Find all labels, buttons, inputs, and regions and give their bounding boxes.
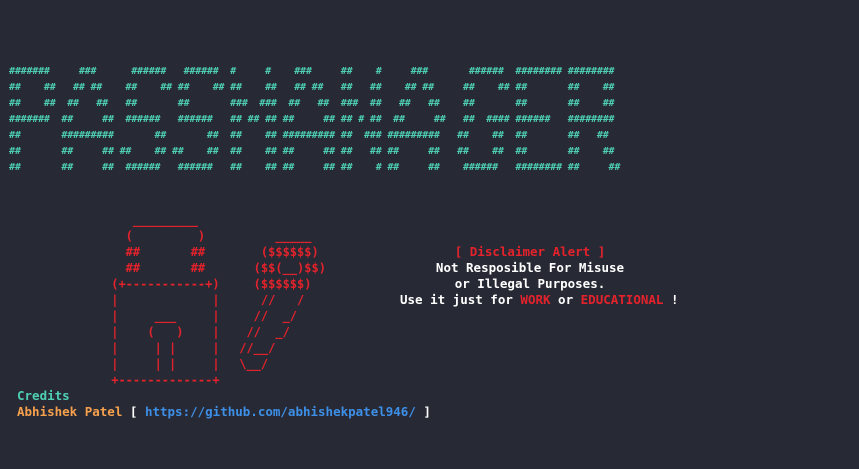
credits-github-link[interactable]: https://github.com/abhishekpatel946/ xyxy=(145,404,416,419)
disclaimer-line-3: Use it just for WORK or EDUCATIONAL ! xyxy=(400,292,679,308)
disclaimer-line-2: or Illegal Purposes. xyxy=(454,276,606,291)
padlock-ascii-art: _________ ( ) ## ## ## ## (+-----------+… xyxy=(111,213,220,387)
disclaimer-block: [ Disclaimer Alert ] Not Resposible For … xyxy=(400,244,679,308)
disclaimer-usage-prefix: Use it just for xyxy=(400,292,521,307)
disclaimer-usage-suffix: ! xyxy=(663,292,679,307)
credits-bracket-close: ] xyxy=(415,404,431,419)
credits-title: Credits xyxy=(17,388,70,403)
disclaimer-line-1: Not Resposible For Misuse xyxy=(435,260,625,275)
credits-block: Credits Abhishek Patel [ https://github.… xyxy=(17,388,431,420)
ascii-banner: ####### ### ###### ###### # # ### ## # #… xyxy=(9,66,621,173)
credits-author: Abhishek Patel xyxy=(17,404,123,419)
terminal-window: ####### ### ###### ###### # # ### ## # #… xyxy=(0,0,859,469)
cash-ascii-art: _____ ($$$$$$) ($$(__)$$) ($$$$$$) // / … xyxy=(239,229,326,371)
credits-bracket-open: [ xyxy=(122,404,145,419)
disclaimer-or-text: or xyxy=(550,292,581,307)
disclaimer-title: [ Disclaimer Alert ] xyxy=(454,244,606,259)
disclaimer-educational-text: EDUCATIONAL xyxy=(580,292,664,307)
disclaimer-work-text: WORK xyxy=(520,292,551,307)
